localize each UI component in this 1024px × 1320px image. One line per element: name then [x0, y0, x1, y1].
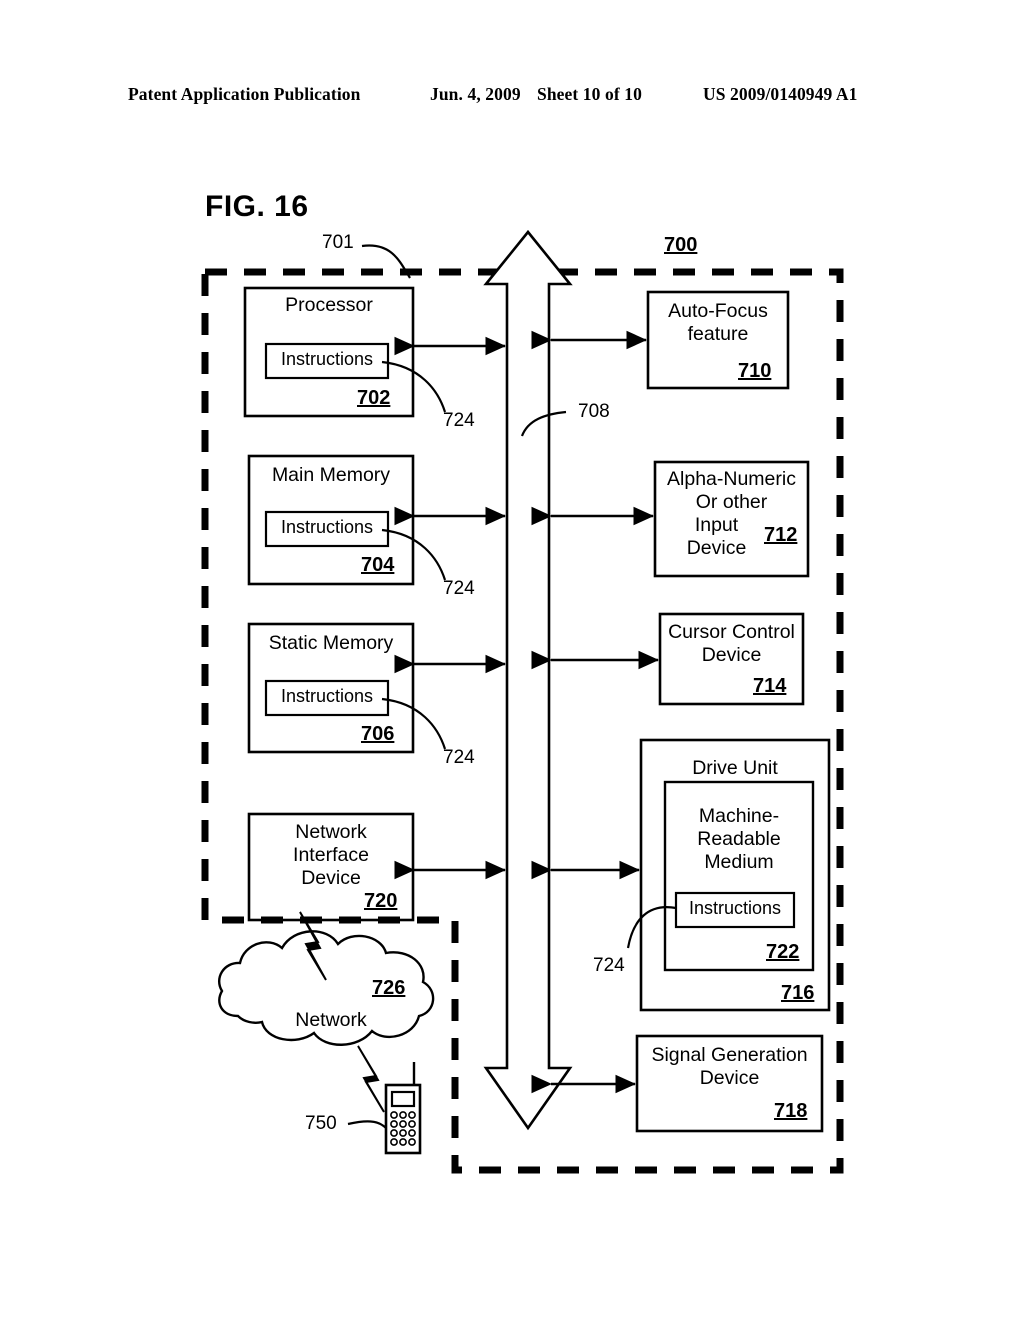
label-machine-medium-l2: Readable [697, 828, 781, 850]
figure-vector-layer [201, 229, 844, 1174]
label-machine-medium-l1: Machine- [698, 805, 780, 827]
label-machine-medium-l3: Medium [704, 851, 774, 873]
label-alpha-numeric-l1: Alpha-Numeric [667, 468, 796, 490]
label-cursor-control-l1: Cursor Control [668, 621, 795, 643]
figure-title: FIG. 16 [205, 190, 309, 223]
label-main-memory-instructions: Instructions [280, 517, 374, 537]
ref-718: 718 [774, 1100, 808, 1122]
label-network: Network [295, 1009, 367, 1031]
ref-724-drive-unit: 724 [593, 955, 625, 976]
label-static-memory: Static Memory [268, 632, 394, 654]
ref-724-processor: 724 [443, 410, 475, 431]
mobile-device-screen [390, 1090, 416, 1108]
ref-750: 750 [305, 1113, 337, 1134]
ref-722: 722 [766, 941, 800, 963]
ref-702: 702 [357, 387, 391, 409]
ref-706: 706 [361, 723, 395, 745]
patent-figure-16: FIG. 16 700 701 708 Processor Instructio… [0, 0, 1024, 1320]
ref-712: 712 [764, 524, 798, 546]
ref-724-static-memory: 724 [443, 747, 475, 768]
ref-720: 720 [364, 890, 398, 912]
label-medium-instructions: Instructions [688, 898, 782, 918]
label-network-interface-l3: Device [301, 867, 361, 889]
ref-704: 704 [361, 554, 395, 576]
label-signal-gen-l1: Signal Generation [651, 1044, 808, 1066]
label-processor-instructions: Instructions [280, 349, 374, 369]
ref-716: 716 [781, 982, 815, 1004]
label-main-memory: Main Memory [271, 464, 391, 486]
label-signal-gen-l2: Device [699, 1067, 760, 1089]
label-network-interface-l2: Interface [293, 844, 369, 866]
lightning-bolt-lower [357, 1045, 385, 1113]
label-alpha-numeric-l2: Or other [695, 491, 768, 513]
ref-700: 700 [664, 234, 698, 256]
label-processor: Processor [285, 294, 373, 316]
bus-arrow-708 [483, 229, 573, 1131]
ref-710: 710 [738, 360, 772, 382]
ref-708: 708 [578, 401, 610, 422]
label-static-memory-instructions: Instructions [280, 686, 374, 706]
label-network-interface-l1: Network [295, 821, 367, 843]
label-auto-focus-l2: feature [687, 323, 749, 345]
leader-750 [347, 1120, 387, 1129]
ref-714: 714 [753, 675, 787, 697]
ref-726: 726 [372, 977, 406, 999]
ref-701: 701 [322, 232, 354, 253]
label-auto-focus-l1: Auto-Focus [668, 300, 768, 322]
label-cursor-control-l2: Device [701, 644, 762, 666]
leader-724-drive-unit [626, 906, 677, 949]
label-drive-unit: Drive Unit [692, 757, 778, 779]
ref-724-main-memory: 724 [443, 578, 475, 599]
